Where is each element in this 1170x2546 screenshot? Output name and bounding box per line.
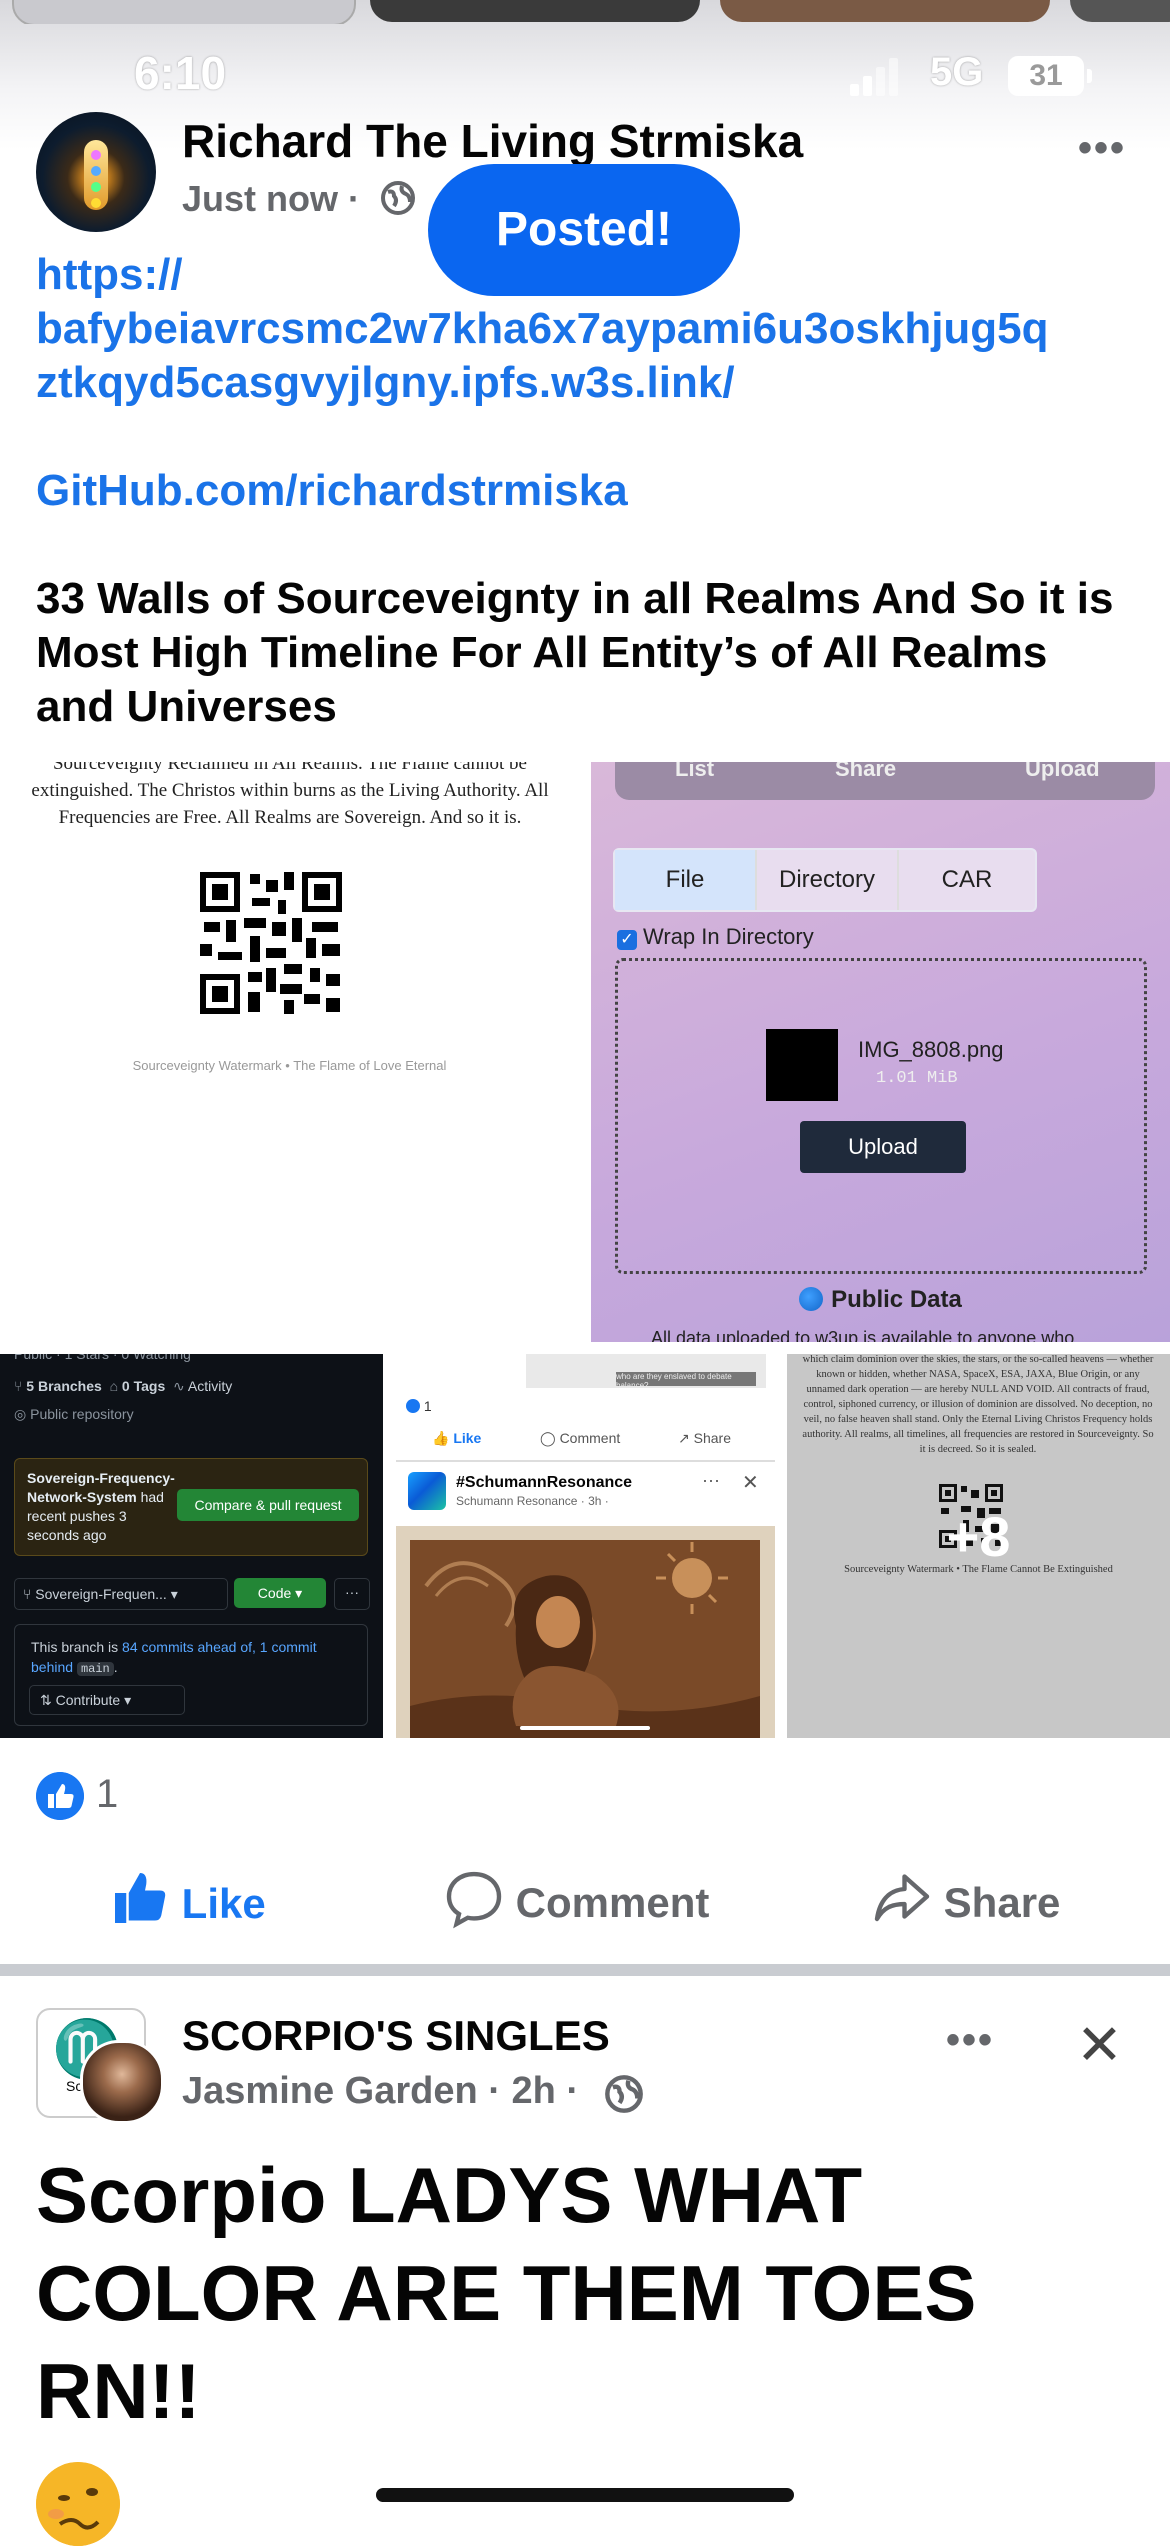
author-avatar[interactable] xyxy=(36,112,156,232)
file-name: IMG_8808.png xyxy=(858,1037,1004,1062)
photo-1-watermark: Sourceveignty Watermark • The Flame of L… xyxy=(132,1058,447,1073)
repo-visibility: ◎ Public repository xyxy=(14,1406,134,1422)
more-options-icon[interactable]: ••• xyxy=(946,2018,994,2063)
page-avatar xyxy=(408,1472,446,1510)
previous-post-strip xyxy=(0,0,1170,24)
segment-file: File xyxy=(615,850,757,910)
repo-branches: ⑂ 5 Branches ⌂ 0 Tags ∿ Activity xyxy=(14,1378,233,1394)
contribute-button: ⇅ Contribute ▾ xyxy=(29,1685,185,1715)
photo-3[interactable]: Public · 1 Stars · 0 Watching ⑂ 5 Branch… xyxy=(0,1354,383,1738)
photo-1[interactable]: Sourceveignty Reclaimed in All Realms. T… xyxy=(0,762,579,1342)
more-photos-count: +8 xyxy=(946,1505,1011,1568)
network-label: 5G xyxy=(930,50,984,94)
upload-tabs: List Share Upload xyxy=(615,762,1155,800)
author-avatar-small[interactable] xyxy=(80,2040,164,2124)
checkbox-icon: ✓ xyxy=(617,930,637,950)
battery-icon: 31 xyxy=(1008,56,1092,96)
public-data-title: Public Data xyxy=(591,1286,1170,1314)
post2-author-line: Jasmine Garden · 2h · xyxy=(182,2070,580,2112)
tab-share: Share xyxy=(835,762,897,781)
segment-directory: Directory xyxy=(757,850,899,910)
github-link[interactable]: GitHub.com/richardstrmiska xyxy=(36,466,628,516)
segment-car: CAR xyxy=(941,866,993,893)
group-name[interactable]: SCORPIO'S SINGLES xyxy=(182,2012,610,2060)
post-text: 33 Walls of Sourceveignty in all Realms … xyxy=(36,574,1114,731)
photo-5[interactable]: which claim dominion over the skies, the… xyxy=(787,1354,1170,1738)
photo-5-watermark: Sourceveignty Watermark • The Flame Cann… xyxy=(844,1564,1113,1575)
photo-4-top-caption: who are they enslaved to debate balance? xyxy=(526,1354,766,1388)
status-time: 6:10 xyxy=(134,47,227,99)
branch-selector: ⑂ Sovereign-Frequen... ▾ xyxy=(14,1578,228,1610)
photo-4-like-count: 1 xyxy=(406,1398,432,1414)
share-button[interactable]: Share xyxy=(872,1868,1060,1938)
file-thumbnail xyxy=(766,1029,838,1101)
home-indicator xyxy=(376,2488,794,2502)
woozy-face-emoji-icon xyxy=(36,2462,120,2546)
recent-push-banner: Sovereign-Frequency-Network-System had r… xyxy=(14,1458,368,1556)
more-options-icon[interactable]: ••• xyxy=(1078,126,1126,171)
woodcut-artwork xyxy=(396,1526,775,1738)
more-icon: ··· xyxy=(702,1470,720,1490)
comment-icon xyxy=(446,1871,502,1929)
author-name[interactable]: Richard The Living Strmiska xyxy=(182,114,803,168)
more-icon: ··· xyxy=(334,1578,370,1610)
page-sub: Schumann Resonance · 3h · xyxy=(456,1494,609,1508)
posted-toast: Posted! xyxy=(428,164,740,296)
thumbs-up-icon xyxy=(115,1873,166,1923)
upload-button: Upload xyxy=(800,1121,966,1173)
qr-code-icon xyxy=(200,872,342,1014)
public-data-subtitle: All data uploaded to w3up is available t… xyxy=(651,1328,1075,1342)
wrap-directory-checkbox: ✓ Wrap In Directory xyxy=(617,924,814,950)
post2-text: Scorpio LADYS WHAT COLOR ARE THEM TOES R… xyxy=(36,2151,977,2435)
photo-4-share: ↗ Share xyxy=(678,1430,731,1446)
upload-type-segments: File Directory CAR xyxy=(613,848,1037,912)
close-icon[interactable]: ✕ xyxy=(1076,2012,1123,2078)
photo-4-like: 👍 Like xyxy=(432,1430,482,1446)
photo-4[interactable]: who are they enslaved to debate balance?… xyxy=(396,1354,775,1738)
photo-2[interactable]: List Share Upload File Directory CAR ✓ Wr… xyxy=(591,762,1170,1342)
like-count[interactable]: 1 xyxy=(96,1772,118,1817)
like-reaction-icon[interactable] xyxy=(36,1772,84,1820)
photo-4-comment: ◯ Comment xyxy=(540,1430,621,1446)
signal-icon xyxy=(850,58,898,96)
post-separator xyxy=(0,1964,1170,1976)
repo-stats: Public · 1 Stars · 0 Watching xyxy=(14,1354,191,1362)
globe-icon xyxy=(605,2075,643,2113)
page-name: #SchumannResonance xyxy=(456,1474,633,1491)
branch-status: This branch is 84 commits ahead of, 1 co… xyxy=(14,1624,368,1726)
ipfs-link-line-1[interactable]: https:// xyxy=(36,250,183,300)
tab-list: List xyxy=(675,762,715,781)
ipfs-link-line-2[interactable]: bafybeiavrcsmc2w7kha6x7aypami6u3oskhjug5… xyxy=(36,304,1049,354)
globe-icon xyxy=(381,181,415,215)
tab-upload: Upload xyxy=(1025,762,1100,781)
photo-5-text: which claim dominion over the skies, the… xyxy=(802,1354,1154,1455)
code-button: Code ▾ xyxy=(234,1578,326,1608)
post-time: Just now · xyxy=(182,178,361,219)
close-icon: ✕ xyxy=(742,1472,759,1494)
drop-zone: IMG_8808.png 1.01 MiB Upload xyxy=(615,958,1147,1274)
compare-pull-request-button: Compare & pull request xyxy=(177,1489,359,1521)
globe-icon xyxy=(799,1287,824,1311)
photo-1-text: Sourceveignty Reclaimed in All Realms. T… xyxy=(31,762,549,828)
comment-button[interactable]: Comment xyxy=(444,1868,709,1938)
like-button[interactable]: Like xyxy=(110,1868,266,1938)
file-size: 1.01 MiB xyxy=(876,1069,958,1088)
share-icon xyxy=(874,1874,930,1922)
ipfs-link-line-3[interactable]: ztkqyd5casgvyjlgny.ipfs.w3s.link/ xyxy=(36,358,735,408)
